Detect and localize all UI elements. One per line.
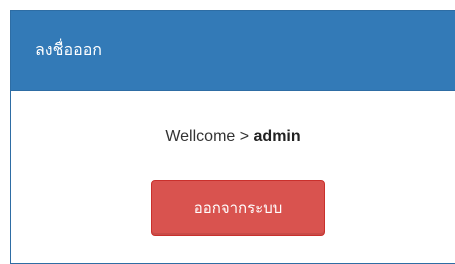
welcome-prefix: Wellcome > bbox=[165, 128, 254, 145]
panel-title: ลงชื่อออก bbox=[35, 40, 102, 59]
logout-button[interactable]: ออกจากระบบ bbox=[151, 180, 325, 236]
panel-heading: ลงชื่อออก bbox=[11, 11, 455, 91]
username: admin bbox=[253, 128, 301, 145]
panel-body: Wellcome > admin ออกจากระบบ bbox=[11, 91, 455, 264]
page: ลงชื่อออก Wellcome > admin ออกจากระบบ bbox=[0, 0, 455, 264]
welcome-message: Wellcome > admin bbox=[11, 128, 455, 146]
logout-panel: ลงชื่อออก Wellcome > admin ออกจากระบบ bbox=[10, 10, 455, 264]
